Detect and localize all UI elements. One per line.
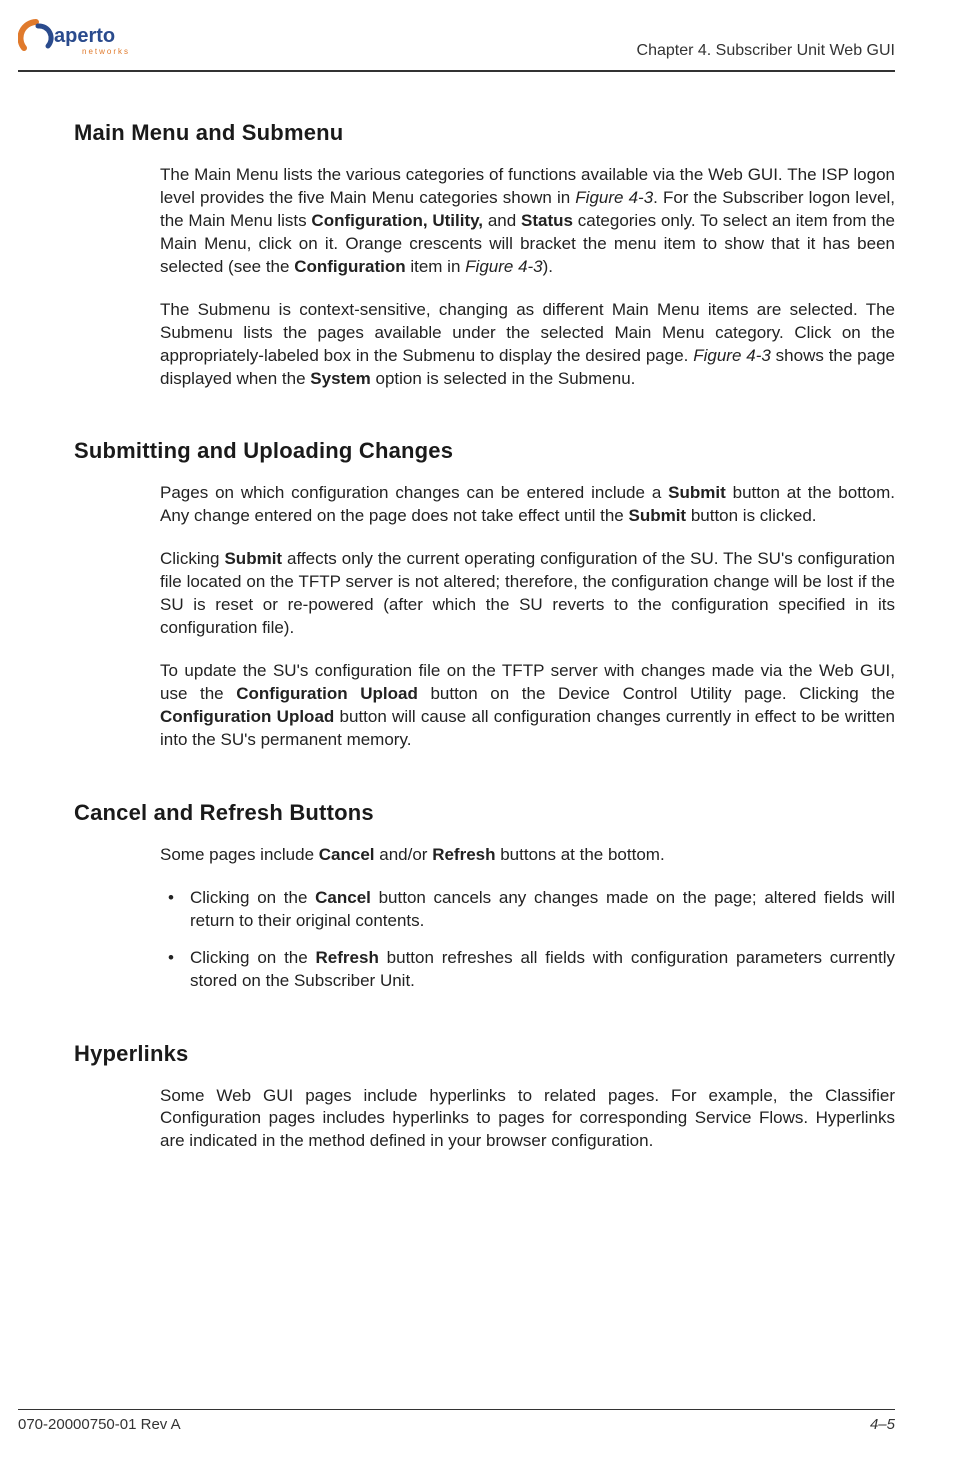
logo-text-sub: networks bbox=[82, 47, 130, 56]
page-number: 4–5 bbox=[870, 1416, 895, 1433]
block-submit: Pages on which configuration changes can… bbox=[160, 482, 895, 751]
page-content: Main Menu and Submenu The Main Menu list… bbox=[18, 72, 895, 1153]
block-main-menu: The Main Menu lists the various categori… bbox=[160, 164, 895, 390]
chapter-title: Chapter 4. Subscriber Unit Web GUI bbox=[637, 42, 895, 60]
footer-divider bbox=[18, 1409, 895, 1410]
aperto-logo-icon: aperto networks bbox=[18, 18, 138, 60]
cancel-bullets: Clicking on the Cancel button cancels an… bbox=[160, 887, 895, 993]
main-menu-p2: The Submenu is context-sensitive, changi… bbox=[160, 299, 895, 391]
main-menu-p1: The Main Menu lists the various categori… bbox=[160, 164, 895, 279]
submit-p2: Clicking Submit affects only the current… bbox=[160, 548, 895, 640]
block-cancel: Some pages include Cancel and/or Refresh… bbox=[160, 844, 895, 993]
list-item: Clicking on the Refresh button refreshes… bbox=[160, 947, 895, 993]
heading-hyperlinks: Hyperlinks bbox=[74, 1041, 895, 1067]
brand-logo: aperto networks bbox=[18, 18, 138, 60]
logo-text-main: aperto bbox=[54, 25, 115, 47]
block-hyperlinks: Some Web GUI pages include hyperlinks to… bbox=[160, 1085, 895, 1154]
doc-id: 070-20000750-01 Rev A bbox=[18, 1416, 181, 1433]
cancel-p1: Some pages include Cancel and/or Refresh… bbox=[160, 844, 895, 867]
heading-submit: Submitting and Uploading Changes bbox=[74, 438, 895, 464]
heading-cancel: Cancel and Refresh Buttons bbox=[74, 800, 895, 826]
hyperlinks-p1: Some Web GUI pages include hyperlinks to… bbox=[160, 1085, 895, 1154]
submit-p3: To update the SU's configuration file on… bbox=[160, 660, 895, 752]
list-item: Clicking on the Cancel button cancels an… bbox=[160, 887, 895, 933]
submit-p1: Pages on which configuration changes can… bbox=[160, 482, 895, 528]
page-footer: 070-20000750-01 Rev A 4–5 bbox=[18, 1409, 895, 1433]
page-header: aperto networks Chapter 4. Subscriber Un… bbox=[18, 18, 895, 66]
heading-main-menu: Main Menu and Submenu bbox=[74, 120, 895, 146]
